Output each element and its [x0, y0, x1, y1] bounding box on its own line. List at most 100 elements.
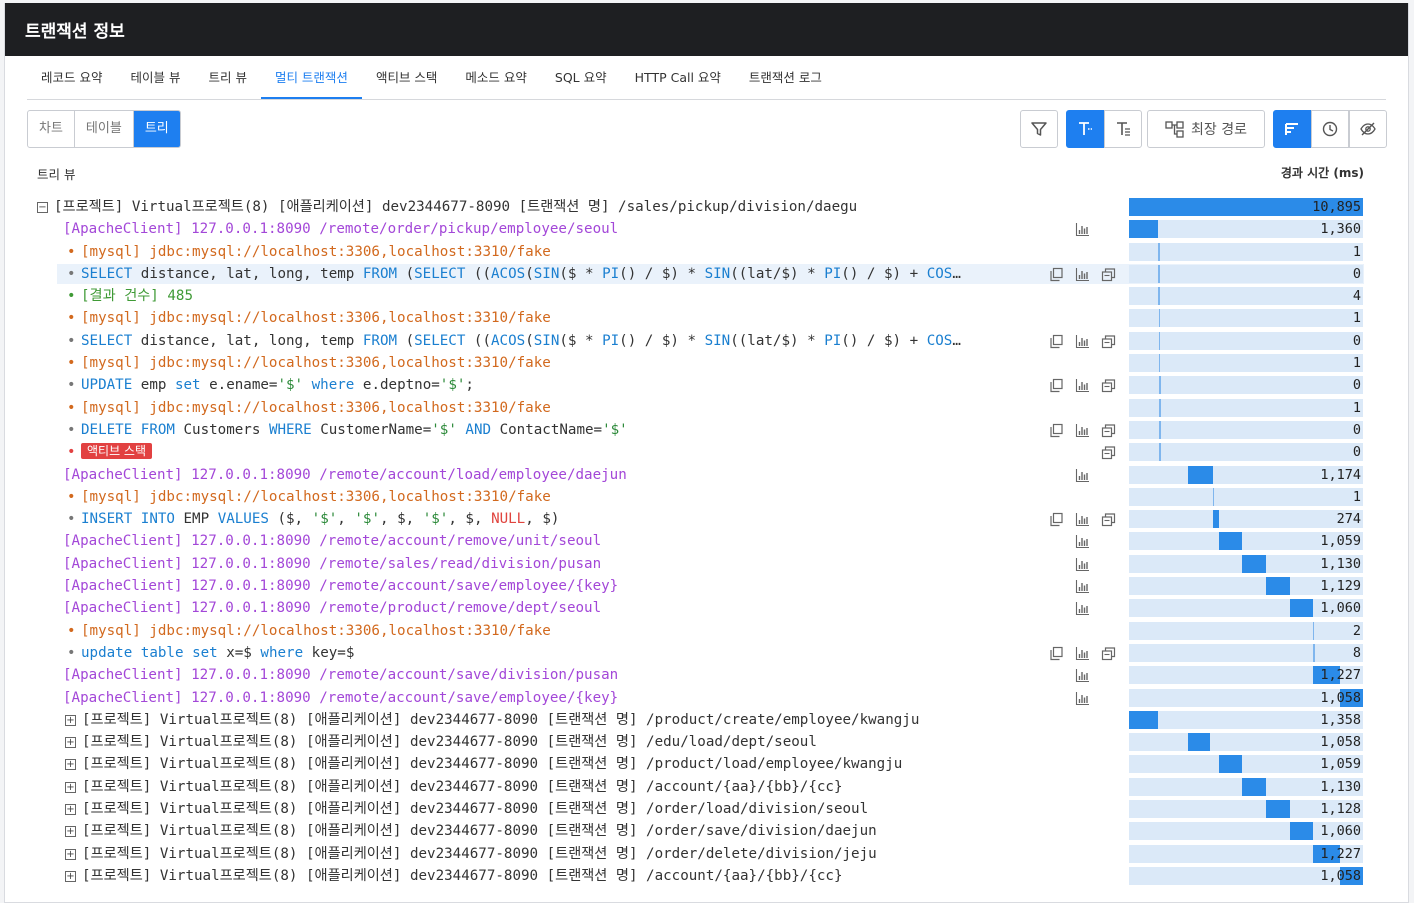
chart-icon[interactable] [1075, 557, 1090, 572]
tree-row[interactable]: [ApacheClient] 127.0.0.1:8090 /remote/ac… [5, 464, 1408, 486]
tab-7[interactable]: HTTP Call 요약 [621, 67, 735, 99]
tab-0[interactable]: 레코드 요약 [27, 67, 116, 99]
tree-row[interactable]: + [프로젝트] Virtual프로젝트(8) [애플리케이션] dev23446… [5, 843, 1408, 865]
tree-row[interactable]: + [프로젝트] Virtual프로젝트(8) [애플리케이션] dev23446… [5, 776, 1408, 798]
filter-button[interactable] [1020, 110, 1058, 148]
tree-row[interactable]: + [프로젝트] Virtual프로젝트(8) [애플리케이션] dev23446… [5, 753, 1408, 775]
chart-icon[interactable] [1075, 646, 1090, 661]
view-chart-button[interactable]: 차트 [28, 111, 75, 147]
mysql-connection-label: • [mysql] jdbc:mysql://localhost:3306,loc… [67, 486, 1033, 508]
tree-row[interactable]: • SELECT distance, lat, long, temp FROM (… [5, 330, 1408, 352]
tree-row[interactable]: • 액티브 스택 0 [5, 441, 1408, 463]
chart-icon[interactable] [1075, 222, 1090, 237]
copy-icon[interactable] [1049, 423, 1064, 438]
tab-2[interactable]: 트리 뷰 [194, 67, 260, 99]
tree-row[interactable]: • [mysql] jdbc:mysql://localhost:3306,loc… [5, 241, 1408, 263]
tree-row[interactable]: + [프로젝트] Virtual프로젝트(8) [애플리케이션] dev23446… [5, 865, 1408, 887]
tree-row[interactable]: • [mysql] jdbc:mysql://localhost:3306,loc… [5, 486, 1408, 508]
tab-4[interactable]: 액티브 스택 [362, 67, 451, 99]
elapsed-bar-track: 1,059 [1129, 755, 1363, 774]
tab-8[interactable]: 트랜잭션 로그 [735, 67, 836, 99]
elapsed-bar [1159, 376, 1161, 395]
elapsed-value: 1,227 [1320, 845, 1361, 862]
chart-icon[interactable] [1075, 378, 1090, 393]
elapsed-value: 1,059 [1320, 756, 1361, 773]
chart-icon[interactable] [1075, 534, 1090, 549]
expand-icon[interactable]: + [65, 870, 76, 882]
tree-row[interactable]: + [프로젝트] Virtual프로젝트(8) [애플리케이션] dev23446… [5, 709, 1408, 731]
elapsed-value: 1,174 [1320, 466, 1361, 483]
copy-icon[interactable] [1049, 512, 1064, 527]
elapsed-bar [1187, 465, 1213, 484]
tree-row[interactable]: + [프로젝트] Virtual프로젝트(8) [애플리케이션] dev23446… [5, 798, 1408, 820]
stack-icon[interactable] [1101, 267, 1116, 282]
bullet: • [67, 243, 76, 260]
timeline-button[interactable] [1311, 110, 1349, 148]
tree-rows: − [프로젝트] Virtual프로젝트(8) [애플리케이션] dev23446… [5, 196, 1408, 887]
tree-row[interactable]: • [mysql] jdbc:mysql://localhost:3306,loc… [5, 620, 1408, 642]
tree-row[interactable]: − [프로젝트] Virtual프로젝트(8) [애플리케이션] dev23446… [5, 196, 1408, 218]
stack-icon[interactable] [1101, 378, 1116, 393]
stack-icon[interactable] [1101, 423, 1116, 438]
stack-icon[interactable] [1101, 334, 1116, 349]
tree-row[interactable]: [ApacheClient] 127.0.0.1:8090 /remote/ac… [5, 664, 1408, 686]
tree-row[interactable]: • [mysql] jdbc:mysql://localhost:3306,loc… [5, 307, 1408, 329]
chart-icon[interactable] [1075, 601, 1090, 616]
chart-icon[interactable] [1075, 468, 1090, 483]
chart-icon[interactable] [1075, 267, 1090, 282]
expand-icon[interactable]: + [65, 848, 76, 860]
chart-icon[interactable] [1075, 668, 1090, 683]
text-clip-button[interactable] [1104, 110, 1142, 148]
tab-3[interactable]: 멀티 트랜잭션 [260, 67, 362, 99]
view-tree-button[interactable]: 트리 [133, 111, 180, 147]
stack-icon[interactable] [1101, 445, 1116, 460]
chart-icon[interactable] [1075, 579, 1090, 594]
tree-row[interactable]: [ApacheClient] 127.0.0.1:8090 /remote/pr… [5, 597, 1408, 619]
tree-row[interactable]: [ApacheClient] 127.0.0.1:8090 /remote/sa… [5, 553, 1408, 575]
chart-icon[interactable] [1075, 423, 1090, 438]
tree-row[interactable]: • [mysql] jdbc:mysql://localhost:3306,loc… [5, 397, 1408, 419]
stack-icon[interactable] [1101, 512, 1116, 527]
tree-row[interactable]: • DELETE FROM Customers WHERE CustomerNam… [5, 419, 1408, 441]
tree-row[interactable]: • SELECT distance, lat, long, temp FROM (… [5, 263, 1408, 285]
tree-row[interactable]: + [프로젝트] Virtual프로젝트(8) [애플리케이션] dev23446… [5, 820, 1408, 842]
copy-icon[interactable] [1049, 646, 1064, 661]
tree-row[interactable]: • update table set x=$ where key=$ 8 [5, 642, 1408, 664]
active-stack-badge[interactable]: 액티브 스택 [81, 443, 153, 460]
tree-row[interactable]: [ApacheClient] 127.0.0.1:8090 /remote/ac… [5, 687, 1408, 709]
critical-path-button[interactable]: 최장 경로 [1147, 110, 1265, 148]
text-wrap-icon [1076, 120, 1094, 138]
copy-icon[interactable] [1049, 267, 1064, 282]
tree-row[interactable]: + [프로젝트] Virtual프로젝트(8) [애플리케이션] dev23446… [5, 731, 1408, 753]
collapse-icon[interactable]: − [37, 202, 48, 213]
expand-icon[interactable]: + [65, 781, 76, 793]
sql-statement: • INSERT INTO EMP VALUES ($, '$', '$', $,… [67, 508, 1033, 530]
expand-icon[interactable]: + [65, 804, 76, 816]
expand-icon[interactable]: + [65, 759, 76, 771]
chart-icon[interactable] [1075, 334, 1090, 349]
tree-row[interactable]: • [mysql] jdbc:mysql://localhost:3306,loc… [5, 352, 1408, 374]
chart-icon[interactable] [1075, 512, 1090, 527]
tab-5[interactable]: 메소드 요약 [451, 67, 540, 99]
elapsed-bar-track: 274 [1129, 510, 1363, 529]
copy-icon[interactable] [1049, 378, 1064, 393]
elapsed-bar [1129, 710, 1159, 729]
hide-button[interactable] [1349, 110, 1387, 148]
expand-icon[interactable]: + [65, 737, 76, 749]
expand-icon[interactable]: + [65, 714, 76, 726]
tree-row[interactable]: [ApacheClient] 127.0.0.1:8090 /remote/or… [5, 218, 1408, 240]
tree-row[interactable]: • [결과 건수] 485 4 [5, 285, 1408, 307]
tree-row[interactable]: • UPDATE emp set e.ename='$' where e.dept… [5, 374, 1408, 396]
sort-button[interactable] [1273, 110, 1311, 148]
tree-row[interactable]: [ApacheClient] 127.0.0.1:8090 /remote/ac… [5, 530, 1408, 552]
tree-row[interactable]: • INSERT INTO EMP VALUES ($, '$', '$', $,… [5, 508, 1408, 530]
copy-icon[interactable] [1049, 334, 1064, 349]
stack-icon[interactable] [1101, 646, 1116, 661]
tab-1[interactable]: 테이블 뷰 [116, 67, 194, 99]
expand-icon[interactable]: + [65, 826, 76, 838]
text-wrap-button[interactable] [1066, 110, 1104, 148]
tab-6[interactable]: SQL 요약 [541, 67, 621, 99]
view-table-button[interactable]: 테이블 [75, 111, 134, 147]
tree-row[interactable]: [ApacheClient] 127.0.0.1:8090 /remote/ac… [5, 575, 1408, 597]
chart-icon[interactable] [1075, 691, 1090, 706]
